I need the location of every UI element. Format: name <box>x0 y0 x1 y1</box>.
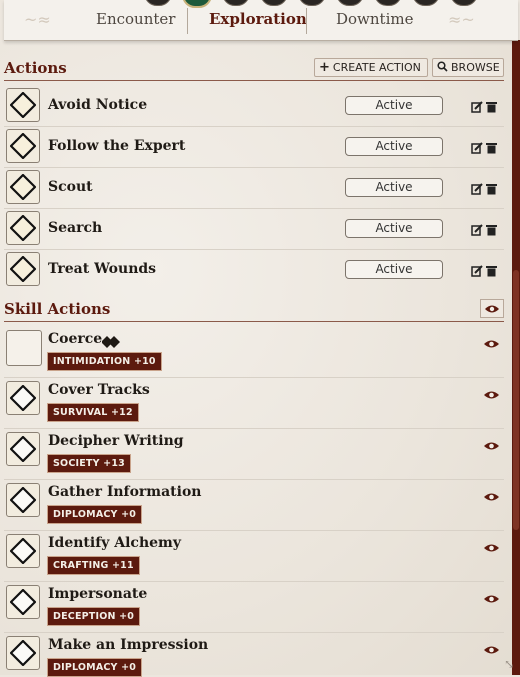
create-action-button[interactable]: + CREATE ACTION <box>314 58 428 77</box>
section-title-skill-actions: Skill Actions <box>4 300 111 318</box>
action-icon[interactable] <box>6 534 40 568</box>
action-row[interactable]: Scout Active <box>4 168 504 209</box>
edit-icon[interactable] <box>471 262 483 281</box>
toggle-visibility-button[interactable] <box>480 299 504 318</box>
edit-icon[interactable] <box>471 139 483 158</box>
eye-icon[interactable] <box>484 589 499 608</box>
status-badge[interactable]: Active <box>345 219 443 238</box>
flourish-left-icon: ~≈ <box>24 10 51 29</box>
skill-action-name: Make an Impression <box>48 637 209 653</box>
actions-header: Actions + CREATE ACTION BROWSE <box>4 58 504 81</box>
trash-icon[interactable] <box>486 139 497 158</box>
eye-icon[interactable] <box>484 640 499 659</box>
eye-icon[interactable] <box>484 334 499 353</box>
edit-icon[interactable] <box>471 98 483 117</box>
mode-dot[interactable] <box>144 0 172 6</box>
action-name: Scout <box>48 179 93 195</box>
trash-icon[interactable] <box>486 221 497 240</box>
skill-action-row[interactable]: Gather Information DIPLOMACY +0 <box>4 480 504 531</box>
mode-indicators <box>144 0 478 8</box>
skill-badge[interactable]: DIPLOMACY +0 <box>47 505 143 524</box>
edit-icon[interactable] <box>471 221 483 240</box>
tab-divider <box>187 8 188 34</box>
skill-action-name: Impersonate <box>48 586 148 602</box>
action-icon[interactable] <box>6 211 40 245</box>
action-row[interactable]: Search Active <box>4 209 504 250</box>
skill-action-row[interactable]: Cover Tracks SURVIVAL +12 <box>4 378 504 429</box>
eye-icon[interactable] <box>484 538 499 557</box>
eye-icon[interactable] <box>484 487 499 506</box>
skill-action-name: Cover Tracks <box>48 382 150 398</box>
trash-icon[interactable] <box>486 262 497 281</box>
action-row[interactable]: Avoid Notice Active <box>4 86 504 127</box>
skill-action-name: Gather Information <box>48 484 202 500</box>
skill-action-row[interactable]: Decipher Writing SOCIETY +13 <box>4 429 504 480</box>
skill-badge[interactable]: SURVIVAL +12 <box>47 403 139 422</box>
search-icon <box>437 60 448 75</box>
mode-dot[interactable] <box>260 0 288 6</box>
trash-icon[interactable] <box>486 180 497 199</box>
two-actions-icon <box>101 333 122 352</box>
create-action-label: CREATE ACTION <box>332 61 421 74</box>
action-name: Treat Wounds <box>48 261 157 277</box>
skill-action-row[interactable]: Make an Impression DIPLOMACY +0 <box>4 633 504 677</box>
skill-action-row[interactable]: Impersonate DECEPTION +0 <box>4 582 504 633</box>
skill-action-row[interactable]: Coerce INTIMIDATION +10 <box>4 327 504 378</box>
mode-dot-active[interactable] <box>182 0 212 8</box>
mode-dot[interactable] <box>374 0 402 6</box>
skill-action-name: Decipher Writing <box>48 433 184 449</box>
tab-divider <box>306 8 307 34</box>
action-icon[interactable] <box>6 381 40 415</box>
action-icon[interactable] <box>6 252 40 286</box>
action-name: Avoid Notice <box>48 97 148 113</box>
mode-dot[interactable] <box>298 0 326 6</box>
browse-button[interactable]: BROWSE <box>432 58 504 77</box>
tab-downtime[interactable]: Downtime <box>336 10 413 28</box>
status-badge[interactable]: Active <box>345 260 443 279</box>
empty-action-icon[interactable] <box>6 330 42 366</box>
skill-actions-header: Skill Actions <box>4 299 504 322</box>
action-icon[interactable] <box>6 170 40 204</box>
skill-badge[interactable]: DIPLOMACY +0 <box>47 658 143 677</box>
action-name: Follow the Expert <box>48 138 186 154</box>
skill-action-row[interactable]: Identify Alchemy CRAFTING +11 <box>4 531 504 582</box>
tab-exploration[interactable]: Exploration <box>209 10 307 28</box>
action-icon[interactable] <box>6 585 40 619</box>
status-badge[interactable]: Active <box>345 178 443 197</box>
skill-badge[interactable]: SOCIETY +13 <box>47 454 131 473</box>
action-row[interactable]: Follow the Expert Active <box>4 127 504 168</box>
action-icon[interactable] <box>6 483 40 517</box>
mode-dot[interactable] <box>336 0 364 6</box>
mode-dot[interactable] <box>222 0 250 6</box>
window-border <box>512 40 520 675</box>
browse-label: BROWSE <box>451 61 500 74</box>
skill-action-name: Identify Alchemy <box>48 535 181 551</box>
trash-icon[interactable] <box>486 98 497 117</box>
action-icon[interactable] <box>6 636 40 670</box>
tab-bar: ~≈ Encounter Exploration Downtime ≈~ <box>4 0 518 41</box>
skill-action-name: Coerce <box>48 331 103 347</box>
status-badge[interactable]: Active <box>345 96 443 115</box>
skill-badge[interactable]: INTIMIDATION +10 <box>47 352 162 371</box>
skill-badge[interactable]: DECEPTION +0 <box>47 607 141 626</box>
eye-icon[interactable] <box>484 436 499 455</box>
action-row[interactable]: Treat Wounds Active <box>4 250 504 290</box>
mode-dot[interactable] <box>450 0 478 6</box>
edit-icon[interactable] <box>471 180 483 199</box>
action-icon[interactable] <box>6 88 40 122</box>
skill-badge[interactable]: CRAFTING +11 <box>47 556 140 575</box>
eye-icon[interactable] <box>484 385 499 404</box>
flourish-right-icon: ≈~ <box>448 10 475 29</box>
scrollbar[interactable] <box>513 270 519 530</box>
status-badge[interactable]: Active <box>345 137 443 156</box>
action-name: Search <box>48 220 103 236</box>
resize-handle-icon[interactable]: ⤡ <box>504 657 514 671</box>
plus-icon: + <box>319 60 330 75</box>
action-icon[interactable] <box>6 129 40 163</box>
mode-dot[interactable] <box>412 0 440 6</box>
tab-encounter[interactable]: Encounter <box>96 10 175 28</box>
section-title-actions: Actions <box>4 59 67 77</box>
action-icon[interactable] <box>6 432 40 466</box>
